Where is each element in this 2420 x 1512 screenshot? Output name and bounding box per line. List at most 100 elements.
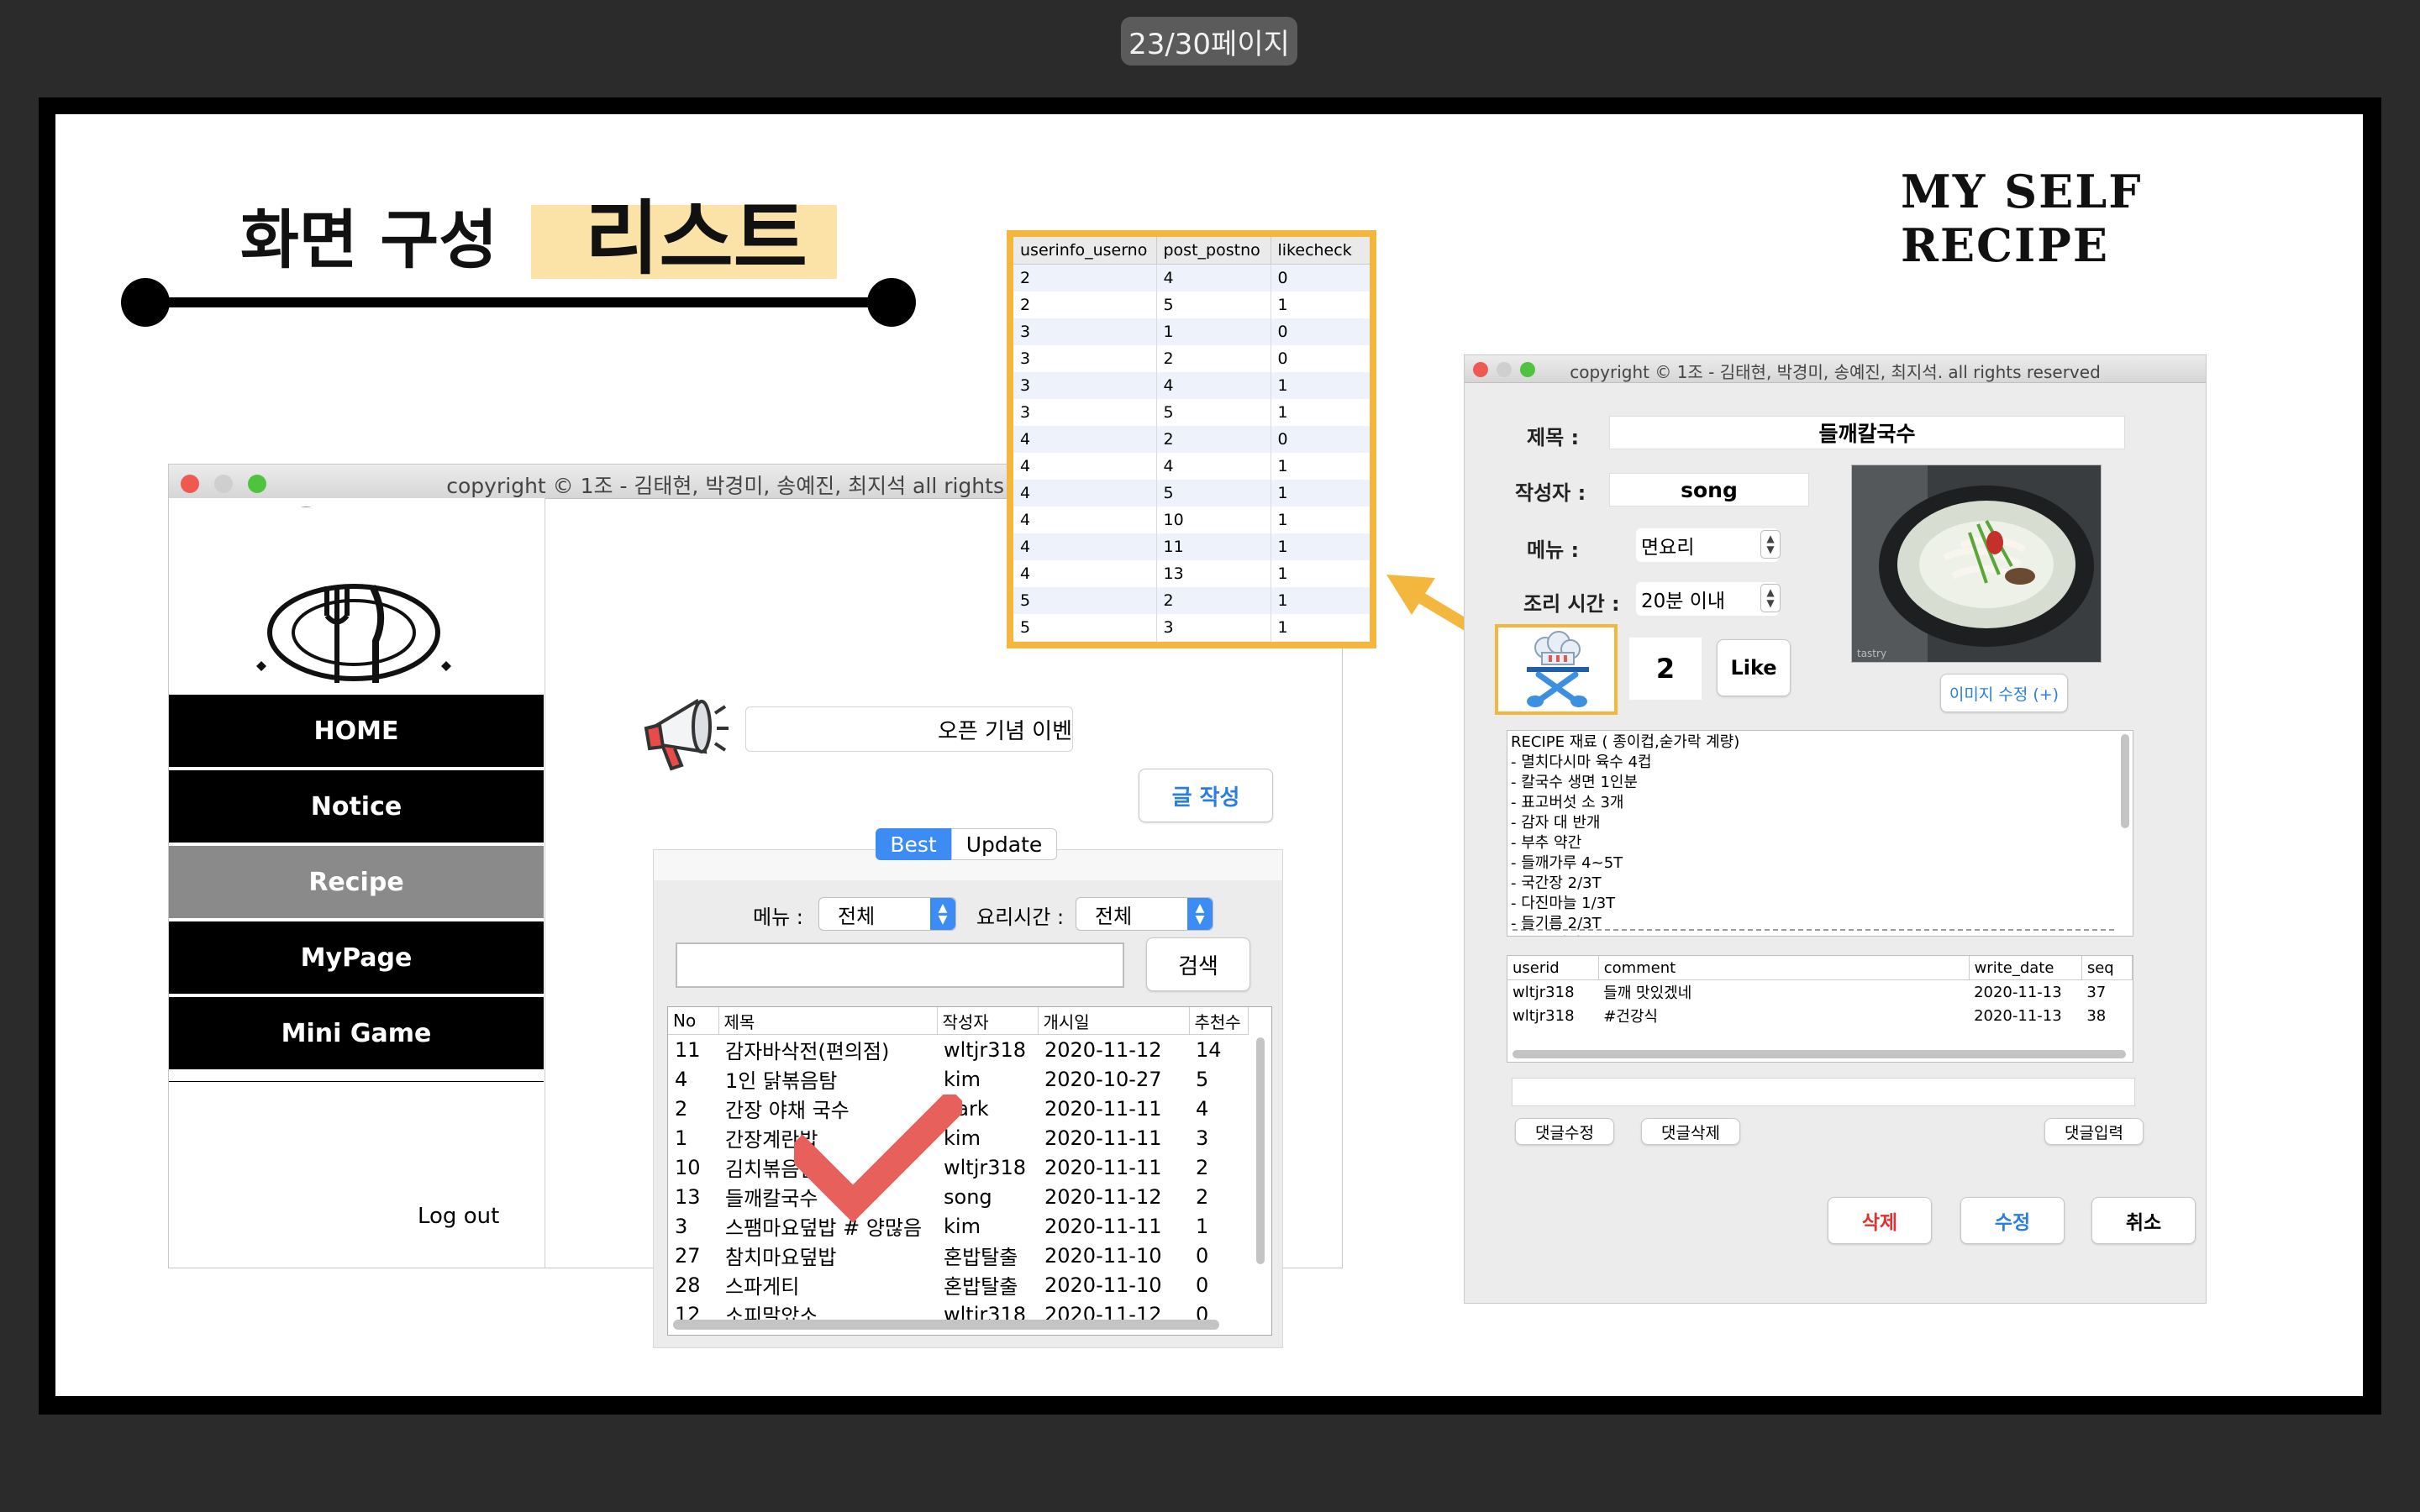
column-header[interactable]: 개시일 (1038, 1007, 1190, 1035)
comment-delete-button[interactable]: 댓글삭제 (1641, 1118, 1740, 1145)
checkmark-icon (794, 1095, 962, 1223)
table-row[interactable]: 420 (1013, 426, 1370, 453)
table-cell: 3 (1013, 318, 1157, 345)
table-cell: 0 (1270, 426, 1370, 453)
recipe-textarea[interactable]: RECIPE 재료 ( 종이컵,숟가락 계량) - 멸치다시마 육수 4컵 - 칼국… (1507, 730, 2133, 937)
tab-pane: Best Update 메뉴 : 전체 ▲▼ 요리시간 : 전체 ▲▼ 검색 (653, 828, 1283, 1348)
logo-text: MY SELF RECIPE (186, 507, 522, 517)
recipe-list[interactable]: No 제목 작성자 개시일 추천수 11 감자바삭전(편의점) wltjr318 20… (667, 1006, 1272, 1336)
table-cell: 2020-10-27 (1044, 1067, 1162, 1091)
time-filter-select[interactable]: 전체 ▲ ▼ (1076, 897, 1213, 931)
comment-submit-button[interactable]: 댓글입력 (2044, 1118, 2144, 1145)
table-row[interactable]: 451 (1013, 480, 1370, 507)
logout-link[interactable]: Log out (418, 1204, 499, 1229)
table-cell: 2 (1013, 264, 1157, 291)
table-cell: 1 (1270, 641, 1370, 642)
recipe-line: - 감자 대 반개 (1511, 814, 1601, 832)
table-row[interactable]: 521 (1013, 587, 1370, 614)
like-button[interactable]: Like (1717, 639, 1791, 696)
table-cell: 1 (1196, 1214, 1209, 1238)
table-row[interactable]: 28 스파게티 혼밥탈출 2020-11-10 0 (668, 1270, 1248, 1299)
likecheck-db-table: userinfo_userno post_postno likecheck 24… (1007, 230, 1376, 648)
nav-home-button[interactable]: HOME (169, 695, 544, 767)
event-banner[interactable]: 오픈 기념 이벤 (745, 706, 1073, 752)
textarea-scrollbar[interactable] (2121, 734, 2129, 828)
recipe-logo-icon: MY SELF RECIPE (186, 507, 522, 683)
menu-filter-value: 전체 (838, 904, 876, 928)
nav-mypage-button[interactable]: MyPage (169, 921, 544, 994)
table-cell: 2 (675, 1096, 688, 1121)
vertical-scrollbar[interactable] (1256, 1037, 1265, 1264)
table-cell: 27 (675, 1243, 701, 1268)
table-row[interactable]: 240 (1013, 264, 1370, 291)
column-header[interactable]: 추천수 (1189, 1007, 1249, 1035)
table-row[interactable]: 341 (1013, 372, 1370, 399)
table-row[interactable]: 441 (1013, 453, 1370, 480)
menu-filter-select[interactable]: 전체 ▲ ▼ (818, 897, 956, 931)
column-header[interactable]: write_date (1969, 956, 2082, 980)
table-cell: 2 (1156, 426, 1271, 453)
table-cell: 0 (1196, 1243, 1209, 1268)
table-cell: 2020-11-13 (1974, 1006, 2062, 1025)
table-row[interactable]: 320 (1013, 345, 1370, 372)
table-row[interactable]: 541 (1013, 641, 1370, 642)
write-post-button[interactable]: 글 작성 (1139, 769, 1273, 822)
menu-select[interactable]: 면요리 ▲ ▼ (1636, 528, 1781, 562)
column-header[interactable]: 작성자 (937, 1007, 1039, 1035)
comment-input[interactable] (1512, 1078, 2135, 1106)
tab-best[interactable]: Best (876, 828, 951, 860)
table-cell: 2020-11-12 (1044, 1037, 1162, 1062)
table-row[interactable]: wltjr318 #건강식 2020-11-13 38 (1507, 1004, 2133, 1027)
table-row[interactable]: 4 11 1 (1013, 533, 1370, 560)
tab-update[interactable]: Update (951, 828, 1057, 860)
comments-table-box[interactable]: userid comment write_date seq wltjr318 들깨… (1507, 955, 2133, 1063)
table-row[interactable]: 27 참치마요덮밥 혼밥탈출 2020-11-10 0 (668, 1241, 1248, 1270)
table-cell: 37 (2086, 983, 2107, 1001)
table-row[interactable]: 351 (1013, 399, 1370, 426)
cancel-button[interactable]: 취소 (2091, 1197, 2196, 1244)
nav-minigame-button[interactable]: Mini Game (169, 997, 544, 1069)
comments-scrollbar[interactable] (1512, 1050, 2126, 1058)
column-header[interactable]: userid (1507, 956, 1599, 980)
nav-recipe-button[interactable]: Recipe (169, 846, 544, 918)
table-cell: 4 (1196, 1096, 1209, 1121)
table-row[interactable]: 11 감자바삭전(편의점) wltjr318 2020-11-12 14 (668, 1035, 1248, 1065)
table-row[interactable]: 251 (1013, 291, 1370, 318)
table-cell: #건강식 (1603, 1008, 1658, 1026)
db-column-header: likecheck (1270, 237, 1370, 265)
table-row[interactable]: 4 13 1 (1013, 560, 1370, 587)
table-cell: 들깨 맛있겠네 (1603, 984, 1692, 1002)
table-row[interactable]: 4 10 1 (1013, 507, 1370, 533)
table-cell: 4 (675, 1067, 688, 1091)
textarea-divider (1512, 929, 2114, 931)
brand-logo: MY SELF RECIPE (1901, 165, 2143, 272)
comment-edit-button[interactable]: 댓글수정 (1515, 1118, 1614, 1145)
table-cell: 참치마요덮밥 (725, 1246, 837, 1269)
nav-notice-button[interactable]: Notice (169, 770, 544, 843)
horizontal-scrollbar[interactable] (673, 1320, 1219, 1330)
table-cell: kim (944, 1067, 981, 1091)
image-edit-button[interactable]: 이미지 수정 (+) (1940, 674, 2068, 712)
table-row[interactable]: 310 (1013, 318, 1370, 345)
like-toggle[interactable] (1495, 624, 1618, 715)
time-select[interactable]: 20분 이내 ▲ ▼ (1636, 582, 1781, 616)
megaphone-icon (644, 698, 729, 771)
delete-button[interactable]: 삭제 (1828, 1197, 1932, 1244)
title-field[interactable]: 들깨칼국수 (1609, 416, 2125, 449)
stepper-arrows-icon: ▲ ▼ (1760, 530, 1781, 559)
table-cell: 4 (1013, 560, 1157, 587)
table-row[interactable]: 531 (1013, 614, 1370, 641)
table-cell: 4 (1013, 453, 1157, 480)
table-row[interactable]: wltjr318 들깨 맛있겠네 2020-11-13 37 (1507, 980, 2133, 1005)
select-arrows-icon: ▲ ▼ (1187, 898, 1213, 930)
column-header[interactable]: seq (2081, 956, 2133, 980)
table-cell: 13 (675, 1184, 701, 1209)
column-header[interactable]: 제목 (718, 1007, 938, 1035)
column-header[interactable]: No (668, 1007, 719, 1035)
edit-button[interactable]: 수정 (1960, 1197, 2065, 1244)
search-input[interactable] (676, 942, 1124, 988)
search-button[interactable]: 검색 (1146, 937, 1250, 991)
table-cell: 3 (1013, 399, 1157, 426)
column-header[interactable]: comment (1598, 956, 1970, 980)
table-row[interactable]: 4 1인 닭볶음탐 kim 2020-10-27 5 (668, 1064, 1248, 1094)
